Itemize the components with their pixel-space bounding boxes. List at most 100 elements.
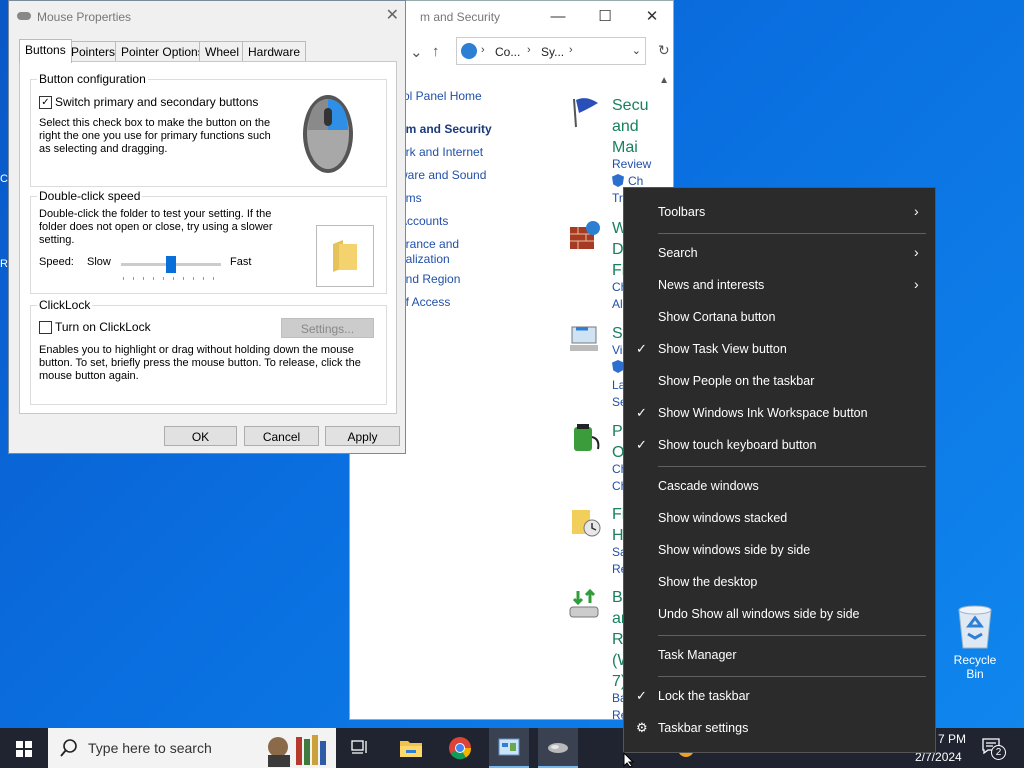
mouse-properties-taskbar-button[interactable]	[538, 728, 578, 768]
category-link[interactable]: Ch	[628, 174, 643, 188]
nav-hardware-sound[interactable]: ware and Sound	[399, 168, 486, 182]
windows-logo-icon	[16, 741, 32, 757]
test-area[interactable]	[316, 225, 374, 287]
nav-system-security[interactable]: em and Security	[399, 122, 492, 136]
recent-locations-icon[interactable]: ⌄	[410, 43, 423, 61]
backup-restore-icon	[569, 588, 599, 618]
chevron-right-icon: ›	[914, 203, 919, 219]
chevron-down-icon[interactable]: ⌄	[632, 44, 641, 57]
mouse-icon	[17, 12, 31, 20]
task-view-button[interactable]	[340, 728, 380, 768]
search-placeholder: Type here to search	[88, 740, 212, 756]
description-line: button. To set, briefly press the mouse …	[39, 357, 361, 369]
menu-item-show-cortana[interactable]: Show Cortana button	[658, 310, 775, 324]
minimize-button[interactable]: —	[535, 1, 581, 32]
clicklock-settings-button[interactable]: Settings...	[281, 318, 374, 338]
description-line: Double-click the folder to test your set…	[39, 208, 272, 220]
category-title[interactable]: and	[612, 116, 639, 137]
menu-item-task-manager[interactable]: Task Manager	[658, 648, 737, 662]
category-title[interactable]: Secu	[612, 95, 648, 116]
clicklock-checkbox[interactable]	[39, 321, 52, 334]
tab-wheel[interactable]: Wheel	[199, 41, 246, 62]
desktop-edge-fragment: C	[0, 173, 8, 185]
speed-label: Speed:	[39, 256, 74, 268]
notification-count-badge: 2	[991, 745, 1006, 760]
nav-clock-region[interactable]: and Region	[399, 272, 460, 286]
category-link[interactable]: Al	[612, 297, 623, 311]
nav-ease-of-access[interactable]: of Access	[399, 295, 450, 309]
close-icon[interactable]: ✕	[386, 5, 399, 25]
apply-button[interactable]: Apply	[325, 426, 400, 446]
control-panel-taskbar-button[interactable]	[489, 728, 529, 768]
menu-item-search[interactable]: Search	[658, 246, 698, 260]
tab-pointer-options[interactable]: Pointer Options	[115, 41, 210, 62]
checkbox-label[interactable]: Switch primary and secondary buttons	[55, 96, 258, 109]
menu-item-undo-side-by-side[interactable]: Undo Show all windows side by side	[658, 607, 860, 621]
tab-buttons[interactable]: Buttons	[19, 39, 72, 63]
scroll-up-arrow[interactable]: ▲	[659, 75, 669, 86]
clock-time[interactable]: 7 PM	[938, 732, 966, 746]
group-label: Button configuration	[37, 72, 148, 86]
checkmark-icon: ✓	[636, 688, 647, 703]
menu-item-show-touch-keyboard[interactable]: Show touch keyboard button	[658, 438, 816, 452]
menu-item-lock-taskbar[interactable]: Lock the taskbar	[658, 689, 750, 703]
nav-network-internet[interactable]: ork and Internet	[399, 145, 483, 159]
menu-item-windows-stacked[interactable]: Show windows stacked	[658, 511, 787, 525]
menu-item-show-ink-workspace[interactable]: Show Windows Ink Workspace button	[658, 406, 868, 420]
group-label: Double-click speed	[37, 189, 143, 203]
fast-label: Fast	[230, 256, 252, 268]
checkbox-label[interactable]: Turn on ClickLock	[55, 321, 151, 334]
system-icon	[570, 326, 598, 351]
double-click-speed-group: Double-click speed Double-click the fold…	[30, 189, 387, 294]
nav-user-accounts[interactable]: Accounts	[399, 214, 448, 228]
action-center-button[interactable]: 2	[982, 738, 1006, 760]
ok-button[interactable]: OK	[164, 426, 237, 446]
start-button[interactable]	[0, 728, 48, 768]
category-link[interactable]: Review	[612, 157, 651, 171]
chevron-right-icon: ›	[569, 44, 573, 56]
speed-slider-thumb[interactable]	[166, 256, 176, 273]
nav-personalization[interactable]: nalization	[399, 252, 450, 266]
menu-item-show-desktop[interactable]: Show the desktop	[658, 575, 757, 589]
search-highlight-image	[268, 735, 326, 767]
tab-panel: Button configuration ✓ Switch primary an…	[19, 61, 397, 414]
menu-item-news-interests[interactable]: News and interests	[658, 278, 764, 292]
recycle-bin-icon[interactable]	[955, 604, 995, 650]
menu-item-cascade-windows[interactable]: Cascade windows	[658, 479, 759, 493]
category-title[interactable]: Mai	[612, 137, 638, 158]
category-link[interactable]: Vi	[612, 343, 622, 357]
tab-hardware[interactable]: Hardware	[242, 41, 307, 62]
menu-item-taskbar-settings[interactable]: Taskbar settings	[658, 721, 748, 735]
maximize-button[interactable]: ☐	[582, 1, 628, 32]
taskbar-search-box[interactable]: Type here to search	[48, 728, 336, 768]
up-arrow-icon[interactable]: ↑	[432, 43, 440, 60]
description-line: mouse button again.	[39, 370, 139, 382]
address-bar[interactable]: › Co... › Sy... › ⌄	[456, 37, 646, 65]
tab-pointers[interactable]: Pointers	[65, 41, 122, 62]
chevron-right-icon: ›	[914, 244, 919, 260]
refresh-icon[interactable]: ↻	[658, 42, 670, 59]
task-view-icon	[351, 740, 367, 754]
close-button[interactable]: ✕	[629, 1, 673, 32]
breadcrumb-segment[interactable]: Co...	[495, 45, 520, 59]
nav-control-panel-home[interactable]: rol Panel Home	[399, 89, 482, 103]
breadcrumb-segment[interactable]: Sy...	[541, 45, 564, 59]
file-history-icon	[572, 510, 601, 537]
menu-item-side-by-side[interactable]: Show windows side by side	[658, 543, 810, 557]
folder-icon[interactable]	[329, 240, 359, 272]
menu-separator	[658, 676, 926, 677]
slider-ticks	[123, 277, 221, 280]
switch-buttons-checkbox[interactable]: ✓	[39, 96, 52, 109]
flag-icon	[573, 98, 598, 128]
file-explorer-button[interactable]	[390, 728, 430, 768]
nav-appearance[interactable]: arance and	[399, 237, 459, 251]
menu-item-show-task-view[interactable]: Show Task View button	[658, 342, 787, 356]
description-line: right the one you use for primary functi…	[39, 130, 271, 142]
chevron-right-icon: ›	[527, 44, 531, 56]
category-title[interactable]: H	[612, 525, 624, 546]
cancel-button[interactable]: Cancel	[244, 426, 319, 446]
chrome-button[interactable]	[440, 728, 480, 768]
recycle-bin[interactable]: Recycle Bin	[944, 604, 1006, 681]
menu-item-show-people[interactable]: Show People on the taskbar	[658, 374, 814, 388]
menu-item-toolbars[interactable]: Toolbars	[658, 205, 705, 219]
